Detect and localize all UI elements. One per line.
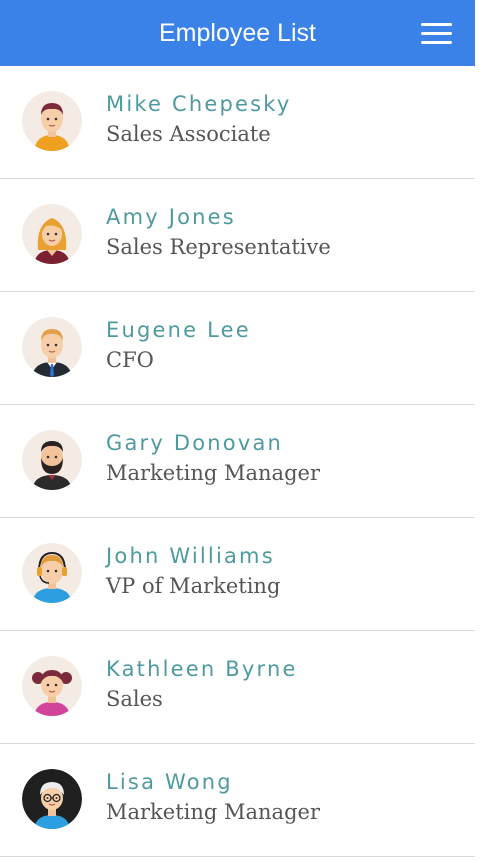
woman-blonde-avatar-icon bbox=[22, 204, 82, 264]
employee-name: Amy Jones bbox=[106, 205, 236, 229]
employee-row[interactable]: Amy Jones Sales Representative bbox=[0, 179, 475, 292]
employee-row[interactable]: Eugene Lee CFO bbox=[0, 292, 475, 405]
girl-pigtails-avatar-icon bbox=[22, 656, 82, 716]
man-headset-avatar-icon bbox=[22, 543, 82, 603]
employee-row[interactable]: Lisa Wong Marketing Manager bbox=[0, 744, 475, 857]
woman-glasses-avatar-icon bbox=[22, 769, 82, 829]
man-suit-tie-avatar-icon bbox=[22, 317, 82, 377]
employee-name: Kathleen Byrne bbox=[106, 657, 298, 681]
page-title: Employee List bbox=[158, 19, 317, 47]
employee-name: John Williams bbox=[106, 544, 275, 568]
employee-title: CFO bbox=[106, 348, 154, 372]
employee-title: Sales Associate bbox=[106, 122, 271, 146]
menu-bar bbox=[420, 40, 452, 44]
menu-bar bbox=[420, 22, 452, 26]
employee-row[interactable]: Mike Chepesky Sales Associate bbox=[0, 66, 475, 179]
employee-name: Eugene Lee bbox=[106, 318, 251, 342]
menu-bar bbox=[420, 31, 452, 35]
employee-title: Marketing Manager bbox=[106, 461, 320, 485]
employee-name: Mike Chepesky bbox=[106, 92, 292, 116]
man-beard-avatar-icon bbox=[22, 430, 82, 490]
employee-name: Gary Donovan bbox=[106, 431, 284, 455]
employee-title: Marketing Manager bbox=[106, 800, 320, 824]
app-header: Employee List bbox=[0, 0, 475, 66]
man-orange-shirt-avatar-icon bbox=[22, 91, 82, 151]
hamburger-menu-icon[interactable] bbox=[414, 15, 458, 51]
employee-row[interactable]: John Williams VP of Marketing bbox=[0, 518, 475, 631]
employee-list: Mike Chepesky Sales Associate Amy Jones … bbox=[0, 66, 475, 857]
employee-title: Sales Representative bbox=[106, 235, 331, 259]
employee-row[interactable]: Gary Donovan Marketing Manager bbox=[0, 405, 475, 518]
employee-title: VP of Marketing bbox=[106, 574, 281, 598]
employee-title: Sales bbox=[106, 687, 163, 711]
employee-name: Lisa Wong bbox=[106, 770, 233, 794]
employee-row[interactable]: Kathleen Byrne Sales bbox=[0, 631, 475, 744]
